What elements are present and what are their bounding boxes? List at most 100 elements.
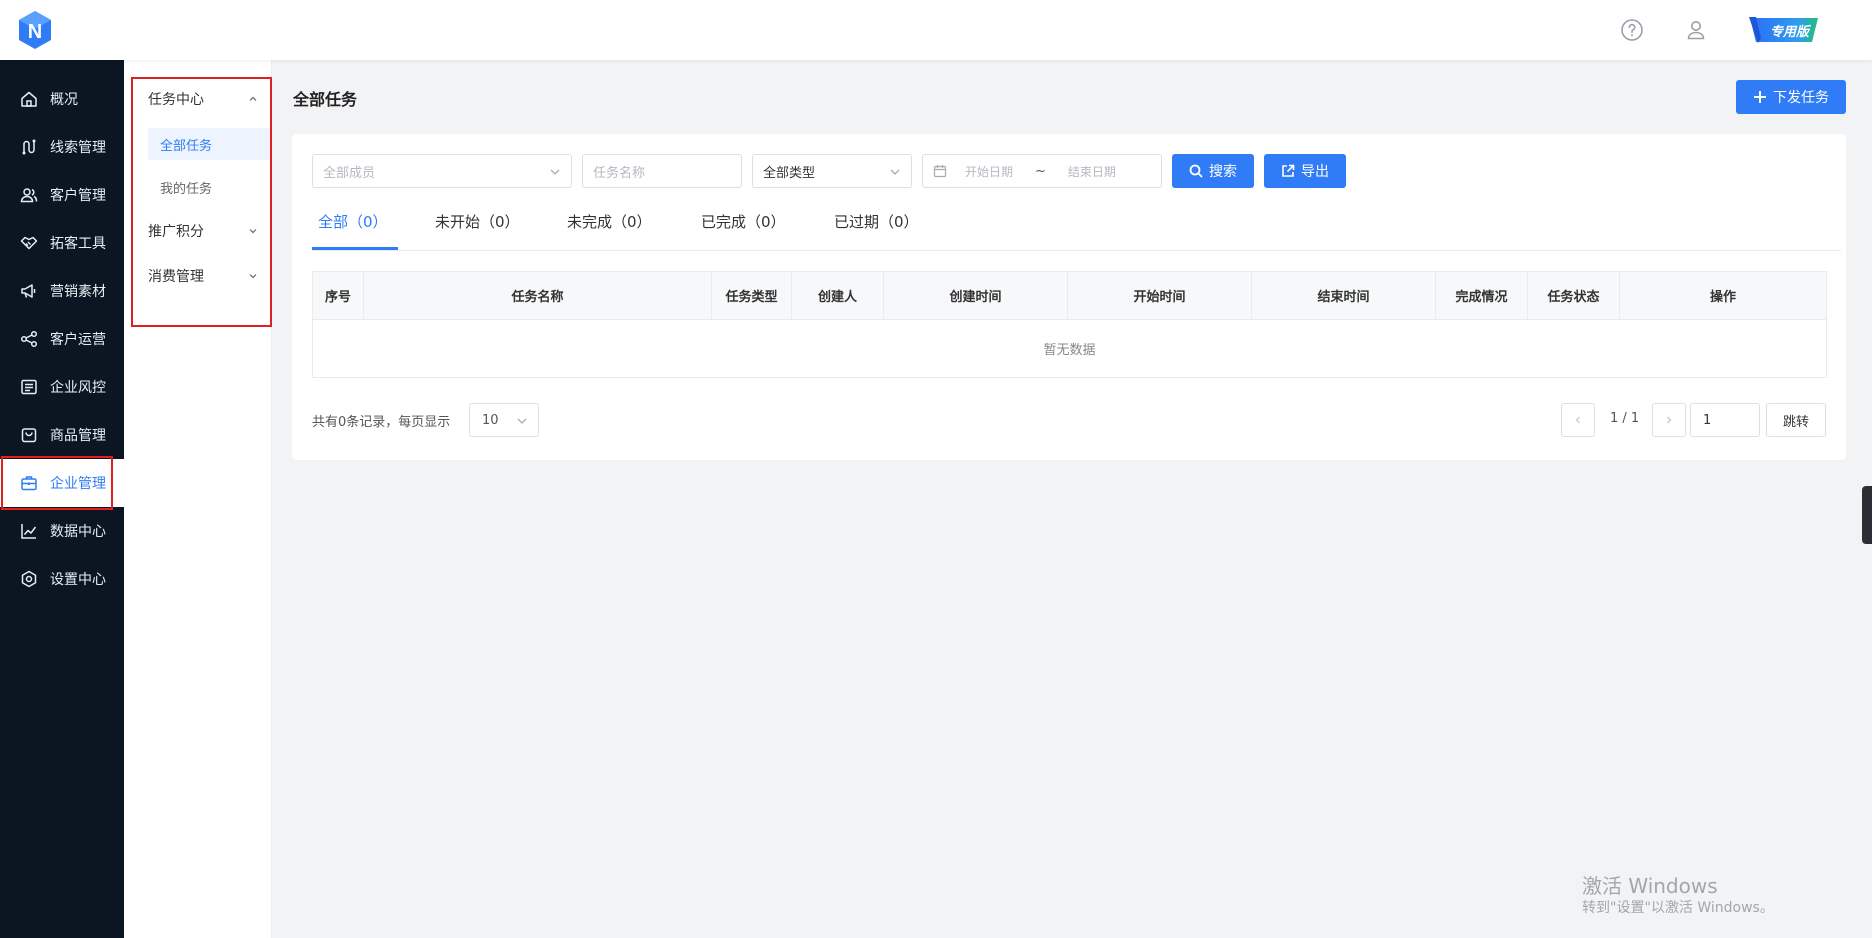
table-header-row: 序号 任务名称 任务类型 创建人 创建时间 开始时间 结束时间 完成情况 任务状… (312, 271, 1827, 320)
handshake-icon (20, 236, 38, 250)
task-name-input[interactable]: 任务名称 (582, 154, 742, 188)
search-button[interactable]: 搜索 (1172, 154, 1254, 188)
start-date-placeholder[interactable]: 开始日期 (965, 163, 1013, 180)
column-header: 创建人 (791, 271, 884, 320)
briefcase-icon (21, 476, 37, 491)
sidebar-item-prospecting[interactable]: 拓客工具 (0, 219, 124, 267)
column-header: 开始时间 (1067, 271, 1252, 320)
publish-task-label: 下发任务 (1773, 90, 1829, 106)
column-header: 操作 (1619, 271, 1827, 320)
help-circle-icon[interactable] (1617, 15, 1647, 45)
type-select[interactable]: 全部类型 (752, 154, 912, 188)
sidebar-item-label: 线索管理 (50, 140, 106, 156)
chevron-down-icon (249, 229, 257, 234)
sidebar-item-leads[interactable]: 线索管理 (0, 123, 124, 171)
goto-page-input[interactable]: 1 (1690, 403, 1760, 437)
tab-expired[interactable]: 已过期（0） (834, 211, 919, 245)
chevron-down-icon (249, 274, 257, 279)
prev-page-button[interactable] (1561, 403, 1595, 437)
date-range-picker[interactable]: 开始日期 ~ 结束日期 (922, 154, 1162, 188)
submenu-group-label: 消费管理 (148, 269, 204, 285)
active-tab-indicator (312, 247, 398, 250)
sidebar-item-label: 客户运营 (50, 332, 106, 348)
sidebar-item-label: 企业管理 (50, 476, 106, 492)
main-sidebar: 概况 线索管理 客户管理 拓客工具 营销素材 客户运营 企业风控 商品管理 企业… (0, 60, 124, 938)
sidebar-item-operations[interactable]: 客户运营 (0, 315, 124, 363)
activation-watermark-title: 激活 Windows (1582, 874, 1718, 898)
settings-icon (21, 570, 37, 588)
sidebar-item-label: 商品管理 (50, 428, 106, 444)
member-select-placeholder: 全部成员 (323, 165, 376, 181)
vip-badge-label: 专用版 (1770, 25, 1810, 40)
search-button-label: 搜索 (1209, 164, 1237, 180)
bag-icon (21, 428, 37, 443)
submenu-item-my-tasks[interactable]: 我的任务 (148, 171, 272, 203)
sidebar-item-overview[interactable]: 概况 (0, 75, 124, 123)
submenu-group-consumption[interactable]: 消费管理 (148, 264, 258, 288)
export-icon (1282, 164, 1295, 177)
column-header: 任务类型 (711, 271, 792, 320)
column-header: 创建时间 (883, 271, 1068, 320)
top-header: N 专用版 (0, 0, 1872, 60)
chart-line-icon (21, 524, 37, 539)
share-icon (20, 330, 38, 348)
submenu-item-all-tasks[interactable]: 全部任务 (148, 128, 272, 160)
submenu-group-promotion-points[interactable]: 推广积分 (148, 219, 258, 243)
page-size-select[interactable]: 10 (469, 403, 539, 437)
empty-state-text: 暂无数据 (312, 319, 1827, 378)
tab-not-started[interactable]: 未开始（0） (435, 211, 520, 245)
sidebar-item-products[interactable]: 商品管理 (0, 411, 124, 459)
search-icon (1189, 164, 1203, 178)
sidebar-item-data-center[interactable]: 数据中心 (0, 507, 124, 555)
export-button[interactable]: 导出 (1264, 154, 1346, 188)
chevron-right-icon (1667, 416, 1672, 424)
member-select[interactable]: 全部成员 (312, 154, 572, 188)
user-icon[interactable] (1681, 15, 1711, 45)
goto-button[interactable]: 跳转 (1766, 403, 1826, 437)
column-header: 任务名称 (363, 271, 712, 320)
chevron-left-icon (1575, 416, 1580, 424)
sidebar-item-enterprise[interactable]: 企业管理 (0, 459, 124, 507)
page-title: 全部任务 (293, 90, 358, 109)
sidebar-item-marketing[interactable]: 营销素材 (0, 267, 124, 315)
sidebar-item-label: 设置中心 (50, 572, 106, 588)
sidebar-item-label: 企业风控 (50, 380, 106, 396)
end-date-placeholder[interactable]: 结束日期 (1068, 163, 1116, 180)
activation-watermark-subtitle: 转到"设置"以激活 Windows。 (1582, 900, 1774, 916)
next-page-button[interactable] (1652, 403, 1686, 437)
document-icon (21, 379, 37, 395)
megaphone-icon (21, 284, 36, 298)
submenu-group-label: 推广积分 (148, 224, 204, 240)
chevron-down-icon (890, 169, 900, 175)
record-summary: 共有0条记录，每页显示 (312, 415, 451, 430)
sidebar-item-risk-control[interactable]: 企业风控 (0, 363, 124, 411)
empty-row: 暂无数据 (312, 319, 1827, 378)
tab-divider (312, 250, 1841, 251)
page-size-value: 10 (482, 412, 499, 428)
type-select-value: 全部类型 (763, 165, 816, 181)
chevron-down-icon (550, 169, 560, 175)
sidebar-item-label: 概况 (50, 92, 78, 108)
tab-incomplete[interactable]: 未完成（0） (567, 211, 652, 245)
submenu-item-label: 我的任务 (160, 181, 213, 197)
sidebar-item-customers[interactable]: 客户管理 (0, 171, 124, 219)
submenu-group-label: 任务中心 (148, 92, 204, 108)
column-header: 完成情况 (1435, 271, 1528, 320)
app-logo[interactable]: N (16, 9, 54, 51)
publish-task-button[interactable]: 下发任务 (1736, 80, 1846, 114)
users-icon (20, 188, 38, 203)
export-button-label: 导出 (1301, 164, 1329, 180)
sidebar-item-settings[interactable]: 设置中心 (0, 555, 124, 603)
tab-all[interactable]: 全部（0） (318, 211, 388, 245)
tab-completed[interactable]: 已完成（0） (701, 211, 786, 245)
vip-badge[interactable]: 专用版 (1748, 16, 1820, 44)
column-header: 任务状态 (1527, 271, 1620, 320)
page-info: 1 / 1 (1610, 411, 1640, 426)
task-table: 序号 任务名称 任务类型 创建人 创建时间 开始时间 结束时间 完成情况 任务状… (312, 271, 1827, 378)
side-floating-widget[interactable] (1862, 486, 1872, 544)
submenu-group-task-center[interactable]: 任务中心 (148, 87, 258, 111)
column-header: 序号 (312, 271, 364, 320)
date-separator: ~ (1035, 163, 1046, 179)
calendar-icon (933, 165, 947, 178)
column-header: 结束时间 (1251, 271, 1436, 320)
